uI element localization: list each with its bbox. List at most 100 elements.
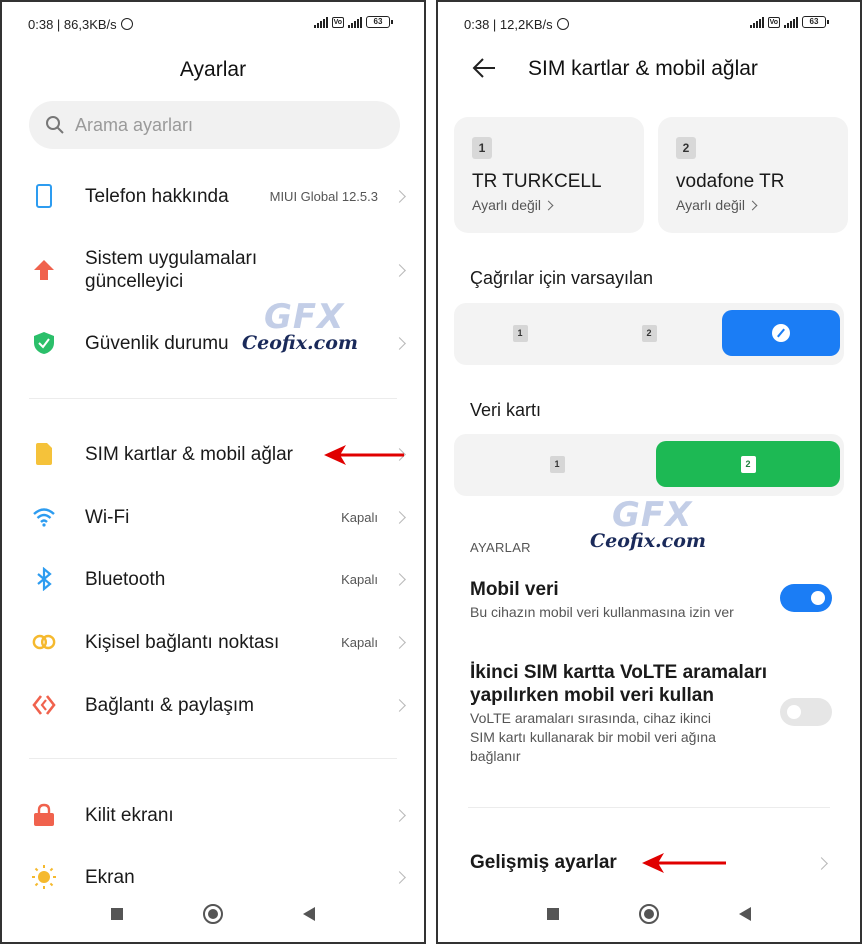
data-card-selector: 1 2 — [454, 434, 844, 496]
sim-operator: vodafone TR — [676, 171, 785, 192]
item-value: Kapalı — [341, 571, 378, 587]
status-time: 0:38 | 86,3KB/s — [28, 17, 133, 32]
settings-item-about-phone[interactable]: Telefon hakkında MIUI Global 12.5.3 — [2, 182, 424, 210]
update-arrow-icon — [32, 258, 56, 282]
sim-slot-icon: 2 — [676, 137, 696, 159]
watermark-logo: GFX — [612, 495, 693, 535]
watermark: GFX Ceofix.com — [590, 495, 706, 552]
connection-share-icon — [32, 693, 56, 717]
settings-screen: 0:38 | 86,3KB/s Vo 63 Ayarlar Telefon ha… — [0, 0, 426, 944]
page-title: SIM kartlar & mobil ağlar — [528, 57, 758, 80]
phone-icon — [32, 184, 56, 208]
item-label: Kişisel bağlantı noktası — [85, 631, 280, 653]
item-label: Wi-Fi — [85, 506, 130, 528]
status-time: 0:38 | 12,2KB/s — [464, 17, 569, 32]
calls-default-selector: 1 2 — [454, 303, 844, 365]
page-title: Ayarlar — [179, 58, 247, 81]
advanced-settings-link[interactable]: Gelişmiş ayarlar — [470, 852, 617, 874]
mobile-data-subtitle: Bu cihazın mobil veri kullanmasına izin … — [470, 604, 734, 620]
search-icon — [46, 116, 64, 134]
volte-icon: Vo — [767, 16, 780, 28]
search-input[interactable] — [75, 114, 355, 136]
item-label: Güvenlik durumu — [85, 332, 229, 354]
volte-data-toggle[interactable] — [780, 698, 832, 726]
chevron-right-icon — [393, 263, 406, 277]
sim-status: Ayarlı değil — [676, 197, 756, 213]
item-label: Kilit ekranı — [85, 804, 174, 826]
section-header: AYARLAR — [470, 540, 531, 555]
recents-button[interactable] — [547, 908, 559, 920]
battery-icon: 63 — [802, 16, 829, 28]
search-bar[interactable] — [29, 101, 400, 149]
calls-sim2-option[interactable]: 2 — [591, 310, 707, 356]
sim-icon — [32, 442, 56, 466]
volte-data-subtitle-line1: VoLTE aramaları sırasında, cihaz ikinci — [470, 710, 711, 726]
bluetooth-icon — [32, 567, 56, 591]
divider — [468, 807, 830, 808]
toggle-knob — [787, 705, 801, 719]
sim1-chip-icon: 1 — [512, 324, 528, 342]
recents-button[interactable] — [111, 908, 123, 920]
hotspot-icon — [32, 630, 56, 654]
sim-settings-screen: 0:38 | 12,2KB/s Vo 63 SIM kartlar & mobi… — [436, 0, 862, 944]
chevron-right-icon — [393, 189, 406, 203]
volte-data-title-line1: İkinci SIM kartta VoLTE aramaları — [470, 662, 768, 683]
settings-item-hotspot[interactable]: Kişisel bağlantı noktası Kapalı — [2, 628, 424, 656]
volte-data-title-line2: yapılırken mobil veri kullan — [470, 685, 714, 706]
back-button[interactable] — [739, 907, 751, 921]
data-card-label: Veri kartı — [470, 400, 542, 420]
wifi-icon — [32, 505, 56, 529]
sim1-chip-icon: 1 — [549, 455, 565, 473]
navigation-bar — [438, 886, 860, 942]
sim2-chip-icon: 2 — [641, 324, 657, 342]
status-bar: 0:38 | 12,2KB/s Vo 63 — [464, 14, 829, 34]
volte-data-subtitle-line2: SIM kartı kullanarak bir mobil veri ağın… — [470, 729, 716, 745]
home-button[interactable] — [203, 904, 223, 924]
item-label: Telefon hakkında — [85, 185, 229, 207]
calls-ask-option[interactable] — [722, 310, 840, 356]
item-label: Bağlantı & paylaşım — [85, 694, 254, 716]
alarm-icon — [556, 18, 569, 30]
calls-sim1-option[interactable]: 1 — [462, 310, 578, 356]
sim-card-2[interactable]: 2 vodafone TR Ayarlı değil — [658, 117, 848, 233]
sim-card-1[interactable]: 1 TR TURKCELL Ayarlı değil — [454, 117, 644, 233]
watermark: GFX Ceofix.com — [242, 300, 358, 354]
back-arrow-icon[interactable] — [472, 58, 496, 78]
divider — [29, 758, 397, 759]
settings-item-security-status[interactable]: Güvenlik durumu — [2, 329, 424, 357]
data-sim2-option[interactable]: 2 — [656, 441, 840, 487]
status-bar: 0:38 | 86,3KB/s Vo 63 — [28, 14, 393, 34]
back-button[interactable] — [303, 907, 315, 921]
signal-icon — [313, 16, 328, 28]
item-label: Bluetooth — [85, 568, 166, 590]
navigation-bar — [2, 886, 424, 942]
settings-item-connection-sharing[interactable]: Bağlantı & paylaşım — [2, 691, 424, 719]
home-button[interactable] — [639, 904, 659, 924]
item-value: MIUI Global 12.5.3 — [269, 188, 378, 204]
chevron-right-icon — [393, 572, 406, 586]
data-sim1-option[interactable]: 1 — [462, 441, 652, 487]
chevron-right-icon — [393, 698, 406, 712]
red-arrow-annotation — [324, 445, 404, 465]
settings-item-system-updater[interactable]: Sistem uygulamaları güncelleyici — [2, 246, 424, 294]
alarm-icon — [120, 18, 133, 30]
mobile-data-toggle[interactable] — [780, 584, 832, 612]
item-value: Kapalı — [341, 509, 378, 525]
volte-data-subtitle-line3: bağlanır — [470, 748, 521, 764]
signal-4g-icon — [348, 16, 362, 28]
settings-item-wifi[interactable]: Wi-Fi Kapalı — [2, 503, 424, 531]
chevron-right-icon — [393, 510, 406, 524]
chevron-right-icon — [815, 857, 828, 870]
page-header: SIM kartlar & mobil ağlar — [438, 54, 860, 84]
battery-icon: 63 — [366, 16, 393, 28]
sim-slot-icon: 1 — [472, 137, 492, 159]
divider — [29, 398, 397, 399]
chevron-right-icon — [393, 870, 406, 884]
volte-icon: Vo — [331, 16, 344, 28]
item-label: SIM kartlar & mobil ağlar — [85, 443, 294, 465]
sim2-chip-icon: 2 — [740, 455, 756, 473]
settings-item-bluetooth[interactable]: Bluetooth Kapalı — [2, 565, 424, 593]
settings-item-lock-screen[interactable]: Kilit ekranı — [2, 801, 424, 829]
toggle-knob — [811, 591, 825, 605]
mobile-data-title: Mobil veri — [470, 579, 559, 600]
